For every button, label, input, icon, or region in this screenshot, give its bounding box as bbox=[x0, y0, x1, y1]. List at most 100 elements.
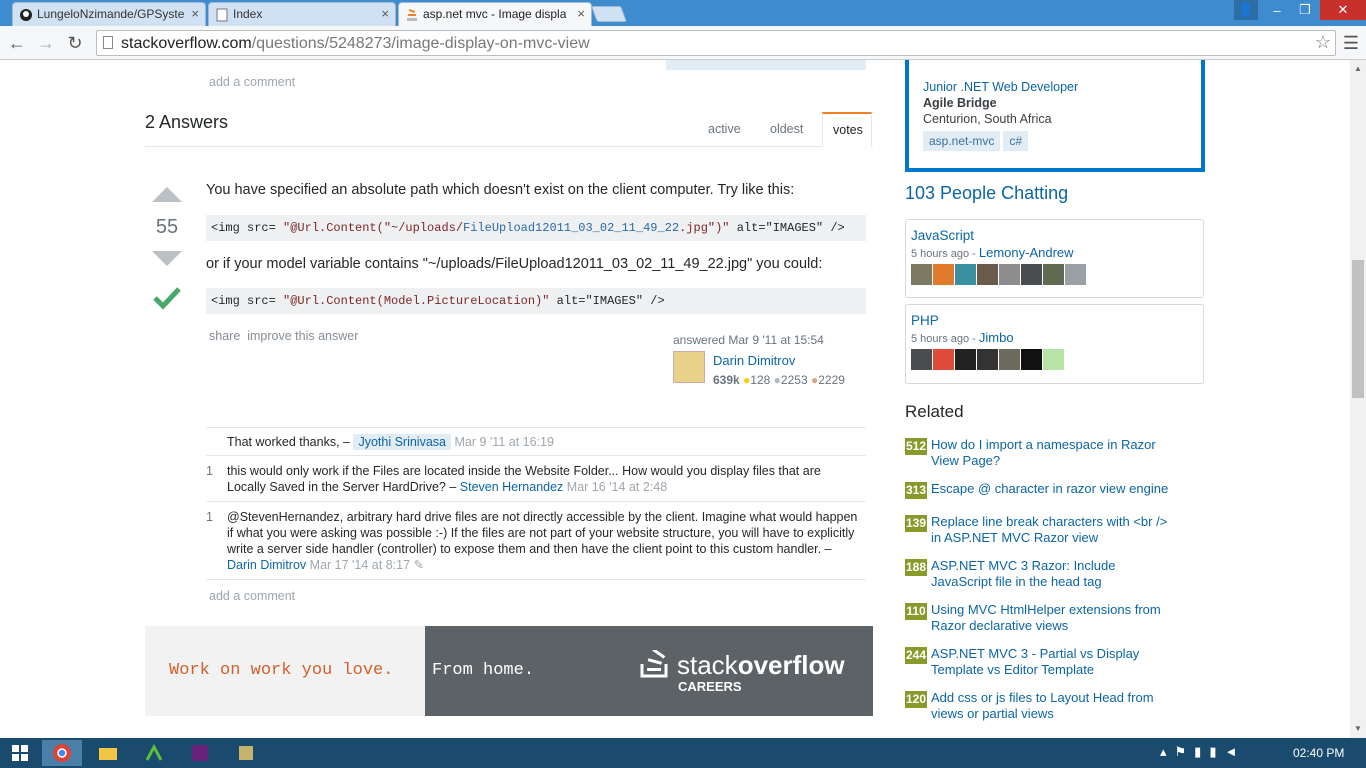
gold-count: 128 bbox=[750, 373, 771, 387]
avatar[interactable] bbox=[977, 349, 998, 370]
chat-title[interactable]: 103 People Chatting bbox=[905, 183, 1068, 204]
avatar[interactable] bbox=[1043, 264, 1064, 285]
job-tag[interactable]: asp.net-mvc bbox=[923, 131, 1001, 151]
question-add-comment[interactable]: add a comment bbox=[209, 75, 295, 89]
close-icon[interactable]: × bbox=[191, 6, 199, 21]
related-item[interactable]: 512 How do I import a namespace in Razor … bbox=[905, 437, 1175, 471]
chat-room-user[interactable]: Lemony-Andrew bbox=[979, 245, 1074, 260]
related-item[interactable]: 313 Escape @ character in razor view engi… bbox=[905, 481, 1175, 501]
new-tab-button[interactable] bbox=[591, 6, 627, 22]
avatar[interactable] bbox=[999, 264, 1020, 285]
minimize-icon[interactable]: – bbox=[1264, 0, 1290, 20]
related-score: 188 bbox=[905, 559, 927, 576]
related-link[interactable]: ASP.NET MVC 3 - Partial vs Display Templ… bbox=[931, 646, 1171, 678]
answers-title: 2 Answers bbox=[145, 112, 229, 132]
avatar[interactable] bbox=[933, 264, 954, 285]
related-item[interactable]: 244 ASP.NET MVC 3 - Partial vs Display Te… bbox=[905, 646, 1175, 680]
code-1-string: "@Url.Content("~/uploads/ bbox=[283, 221, 464, 235]
avatar[interactable] bbox=[1021, 349, 1042, 370]
system-tray-icons[interactable]: ▴⚑▮▮◄ bbox=[1160, 744, 1280, 762]
close-icon[interactable]: × bbox=[381, 6, 389, 21]
comment-user[interactable]: Jyothi Srinivasa bbox=[353, 434, 451, 450]
share-link[interactable]: share bbox=[209, 329, 240, 343]
chat-room-user[interactable]: Jimbo bbox=[979, 330, 1014, 345]
avatar[interactable] bbox=[977, 264, 998, 285]
tab-index[interactable]: Index × bbox=[208, 2, 396, 26]
scroll-up-icon[interactable]: ▲ bbox=[1354, 64, 1362, 73]
chat-room-name[interactable]: PHP bbox=[911, 313, 1198, 328]
related-link[interactable]: Escape @ character in razor view engine bbox=[931, 481, 1171, 497]
tab-github[interactable]: LungeloNzimande/GPSyste × bbox=[12, 2, 206, 26]
clock[interactable]: 02:40 PM bbox=[1293, 746, 1344, 760]
url-input[interactable]: stackoverflow.com/questions/5248273/imag… bbox=[96, 30, 1336, 56]
avatar[interactable] bbox=[1021, 264, 1042, 285]
related-item[interactable]: 188 ASP.NET MVC 3 Razor: Include JavaScri… bbox=[905, 558, 1175, 592]
related-score: 139 bbox=[905, 515, 927, 532]
forward-icon[interactable]: → bbox=[35, 32, 57, 54]
code-block-1: <img src= "@Url.Content("~/uploads/FileU… bbox=[206, 215, 866, 241]
job-title[interactable]: Junior .NET Web Developer bbox=[923, 80, 1078, 94]
avatar[interactable] bbox=[911, 349, 932, 370]
edit-pencil-icon[interactable]: ✎ bbox=[414, 558, 424, 572]
ad-brand-a: stack bbox=[677, 650, 738, 680]
comment-text: That worked thanks, – bbox=[227, 435, 354, 449]
related-link[interactable]: How do I import a namespace in Razor Vie… bbox=[931, 437, 1171, 469]
chrome-taskbar-icon[interactable] bbox=[42, 740, 82, 766]
tab-votes[interactable]: votes bbox=[822, 112, 872, 147]
avatar[interactable] bbox=[955, 264, 976, 285]
job-ad[interactable]: Junior .NET Web Developer Agile Bridge C… bbox=[905, 60, 1205, 172]
avatar[interactable] bbox=[911, 264, 932, 285]
stackoverflow-icon bbox=[405, 8, 419, 22]
related-item[interactable]: 139 Replace line break characters with <b… bbox=[905, 514, 1175, 548]
answer-add-comment[interactable]: add a comment bbox=[209, 589, 295, 603]
tab-stackoverflow[interactable]: asp.net mvc - Image displa × bbox=[398, 2, 592, 26]
avatar[interactable] bbox=[1043, 349, 1064, 370]
related-link[interactable]: ASP.NET MVC 3 Razor: Include JavaScript … bbox=[931, 558, 1171, 590]
upvote-button[interactable] bbox=[150, 185, 184, 206]
bookmark-star-icon[interactable]: ☆ bbox=[1315, 32, 1331, 53]
comment-user[interactable]: Darin Dimitrov bbox=[227, 558, 306, 572]
windows-start-icon[interactable] bbox=[0, 740, 40, 766]
silver-badge-icon: ● bbox=[773, 373, 781, 387]
comment-user[interactable]: Steven Hernandez bbox=[460, 480, 564, 494]
avatar[interactable] bbox=[933, 349, 954, 370]
tab-active[interactable]: active bbox=[708, 122, 741, 136]
visual-studio-taskbar-icon[interactable] bbox=[180, 740, 220, 766]
chat-room-name[interactable]: JavaScript bbox=[911, 228, 1198, 243]
related-item[interactable]: 120 Add css or js files to Layout Head fr… bbox=[905, 690, 1175, 724]
comment-text: @StevenHernandez, arbitrary hard drive f… bbox=[227, 510, 858, 556]
user-name[interactable]: Darin Dimitrov bbox=[713, 353, 795, 368]
user-icon[interactable]: 👤 bbox=[1234, 0, 1258, 20]
job-tag[interactable]: c# bbox=[1003, 131, 1029, 151]
maximize-icon[interactable]: ❐ bbox=[1292, 0, 1318, 20]
avatar[interactable] bbox=[955, 349, 976, 370]
avatar[interactable] bbox=[673, 351, 705, 383]
back-icon[interactable]: ← bbox=[6, 32, 28, 54]
tools-taskbar-icon[interactable] bbox=[226, 740, 266, 766]
comment-body: @StevenHernandez, arbitrary hard drive f… bbox=[227, 509, 859, 573]
page-scrollbar[interactable]: ▲ ▼ bbox=[1350, 60, 1366, 738]
close-window-icon[interactable]: ✕ bbox=[1320, 0, 1366, 20]
explorer-taskbar-icon[interactable] bbox=[88, 740, 128, 766]
downvote-button[interactable] bbox=[150, 250, 184, 271]
app-taskbar-icon[interactable] bbox=[134, 740, 174, 766]
related-item[interactable]: 110 Using MVC HtmlHelper extensions from … bbox=[905, 602, 1175, 636]
chat-room-time: 5 hours ago bbox=[911, 248, 970, 260]
related-link[interactable]: Add css or js files to Layout Head from … bbox=[931, 690, 1171, 722]
avatar[interactable] bbox=[999, 349, 1020, 370]
related-link[interactable]: Replace line break characters with <br /… bbox=[931, 514, 1171, 546]
code-1-tag: <img src= bbox=[211, 221, 284, 235]
reload-icon[interactable]: ↻ bbox=[64, 32, 86, 54]
silver-count: 2253 bbox=[780, 373, 808, 387]
code-1-alt: alt="IMAGES" /> bbox=[729, 221, 845, 235]
scroll-down-icon[interactable]: ▼ bbox=[1354, 724, 1362, 733]
menu-icon[interactable]: ☰ bbox=[1340, 32, 1362, 54]
comment-row: 1 this would only work if the Files are … bbox=[206, 455, 866, 501]
improve-link[interactable]: improve this answer bbox=[247, 329, 358, 343]
avatar[interactable] bbox=[1065, 264, 1086, 285]
tab-oldest[interactable]: oldest bbox=[770, 122, 803, 136]
close-icon[interactable]: × bbox=[577, 6, 585, 21]
careers-ad[interactable]: Work on work you love. From home. stacko… bbox=[145, 626, 873, 716]
related-link[interactable]: Using MVC HtmlHelper extensions from Raz… bbox=[931, 602, 1171, 634]
scrollbar-thumb[interactable] bbox=[1352, 260, 1364, 398]
